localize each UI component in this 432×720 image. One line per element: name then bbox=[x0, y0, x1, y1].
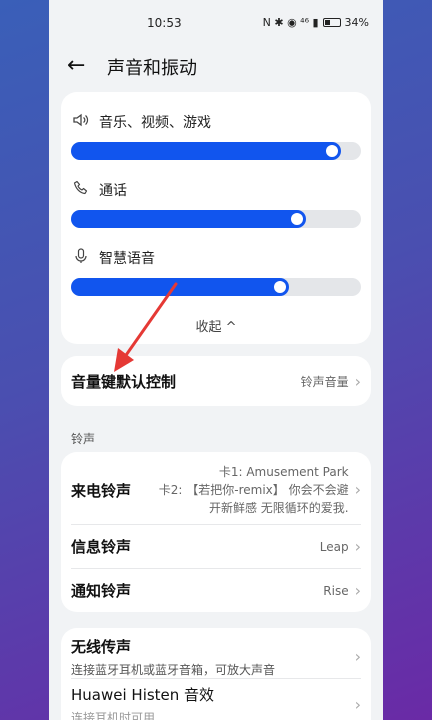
phone-icon bbox=[71, 180, 91, 200]
collapse-label: 收起 bbox=[195, 320, 222, 335]
ringtone-card: 来电铃声 卡1: Amusement Park 卡2: 【若把你-remix】 … bbox=[61, 452, 371, 612]
histen-sub: 连接耳机时可用 bbox=[71, 711, 156, 720]
wireless-row[interactable]: 无线传声 连接蓝牙耳机或蓝牙音箱，可放大声音 › bbox=[71, 636, 361, 678]
volume-slider-media[interactable] bbox=[71, 142, 361, 160]
notify-ring-row[interactable]: 通知铃声 Rise › bbox=[71, 580, 361, 601]
notify-ring-label: 通知铃声 bbox=[71, 582, 132, 600]
chevron-right-icon: › bbox=[354, 371, 361, 391]
battery-icon bbox=[322, 18, 341, 27]
battery-percent: 34% bbox=[344, 16, 369, 29]
volume-key-label: 音量键默认控制 bbox=[71, 373, 177, 391]
speaker-icon bbox=[71, 113, 91, 131]
status-icons: N ✱ ◉ ⁴⁶ ▮ 34% bbox=[263, 16, 369, 29]
divider bbox=[71, 524, 361, 525]
volume-row-call: 通话 bbox=[71, 180, 361, 228]
page-header: ← 声音和振动 bbox=[49, 50, 383, 84]
chevron-up-icon: ^ bbox=[225, 320, 237, 335]
volume-key-card[interactable]: 音量键默认控制 铃声音量 › bbox=[61, 356, 371, 406]
wireless-card: 无线传声 连接蓝牙耳机或蓝牙音箱，可放大声音 › Huawei Histen 音… bbox=[61, 628, 371, 720]
incoming-ring-card1: 卡1: Amusement Park bbox=[218, 465, 349, 479]
collapse-button[interactable]: 收起 ^ bbox=[61, 316, 371, 335]
wireless-label: 无线传声 bbox=[71, 638, 132, 656]
volume-card: 音乐、视频、游戏 通话 智慧语音 收起 ^ bbox=[61, 92, 371, 344]
chevron-right-icon: › bbox=[354, 695, 361, 714]
page-title: 声音和振动 bbox=[107, 58, 197, 79]
histen-row[interactable]: Huawei Histen 音效 连接耳机时可用 › bbox=[71, 684, 361, 720]
message-ring-value: Leap bbox=[319, 539, 349, 554]
incoming-ring-row[interactable]: 来电铃声 卡1: Amusement Park 卡2: 【若把你-remix】 … bbox=[71, 462, 361, 518]
phone-screen: 10:53 N ✱ ◉ ⁴⁶ ▮ 34% ← 声音和振动 音乐、视频、游戏 通话… bbox=[49, 0, 383, 720]
message-ring-label: 信息铃声 bbox=[71, 538, 132, 556]
chevron-right-icon: › bbox=[354, 580, 361, 600]
volume-fill-voice bbox=[71, 278, 289, 296]
volume-slider-call[interactable] bbox=[71, 210, 361, 228]
back-arrow-icon[interactable]: ← bbox=[67, 52, 85, 80]
volume-label-voice: 智慧语音 bbox=[99, 251, 155, 267]
chevron-right-icon: › bbox=[354, 536, 361, 556]
incoming-ring-card2: 卡2: 【若把你-remix】 你会不会避 bbox=[158, 483, 349, 497]
incoming-ring-label: 来电铃声 bbox=[71, 481, 132, 500]
status-bar: 10:53 N ✱ ◉ ⁴⁶ ▮ 34% bbox=[49, 0, 383, 46]
volume-knob-media[interactable] bbox=[325, 145, 338, 157]
message-ring-row[interactable]: 信息铃声 Leap › bbox=[71, 536, 361, 557]
histen-label: Huawei Histen 音效 bbox=[71, 686, 215, 704]
volume-label-media: 音乐、视频、游戏 bbox=[99, 115, 211, 131]
volume-row-voice: 智慧语音 bbox=[71, 248, 361, 296]
volume-key-value: 铃声音量 bbox=[300, 375, 349, 389]
volume-slider-voice[interactable] bbox=[71, 278, 361, 296]
divider bbox=[71, 678, 361, 679]
volume-knob-call[interactable] bbox=[290, 213, 303, 225]
volume-fill-media bbox=[71, 142, 341, 160]
status-symbols: N ✱ ◉ ⁴⁶ ▮ bbox=[262, 16, 319, 29]
status-time: 10:53 bbox=[147, 16, 182, 30]
chevron-right-icon: › bbox=[354, 647, 361, 666]
chevron-right-icon: › bbox=[354, 480, 361, 499]
volume-row-media: 音乐、视频、游戏 bbox=[71, 112, 361, 160]
mic-icon bbox=[71, 248, 91, 268]
incoming-ring-card2-cont: 开新鲜感 无限循环的爱我. bbox=[208, 501, 349, 515]
volume-knob-voice[interactable] bbox=[273, 281, 286, 293]
volume-fill-call bbox=[71, 210, 306, 228]
wireless-sub: 连接蓝牙耳机或蓝牙音箱，可放大声音 bbox=[71, 663, 276, 677]
volume-label-call: 通话 bbox=[99, 183, 127, 199]
notify-ring-value: Rise bbox=[323, 583, 349, 598]
section-label-ringtone: 铃声 bbox=[71, 432, 96, 446]
divider bbox=[71, 568, 361, 569]
